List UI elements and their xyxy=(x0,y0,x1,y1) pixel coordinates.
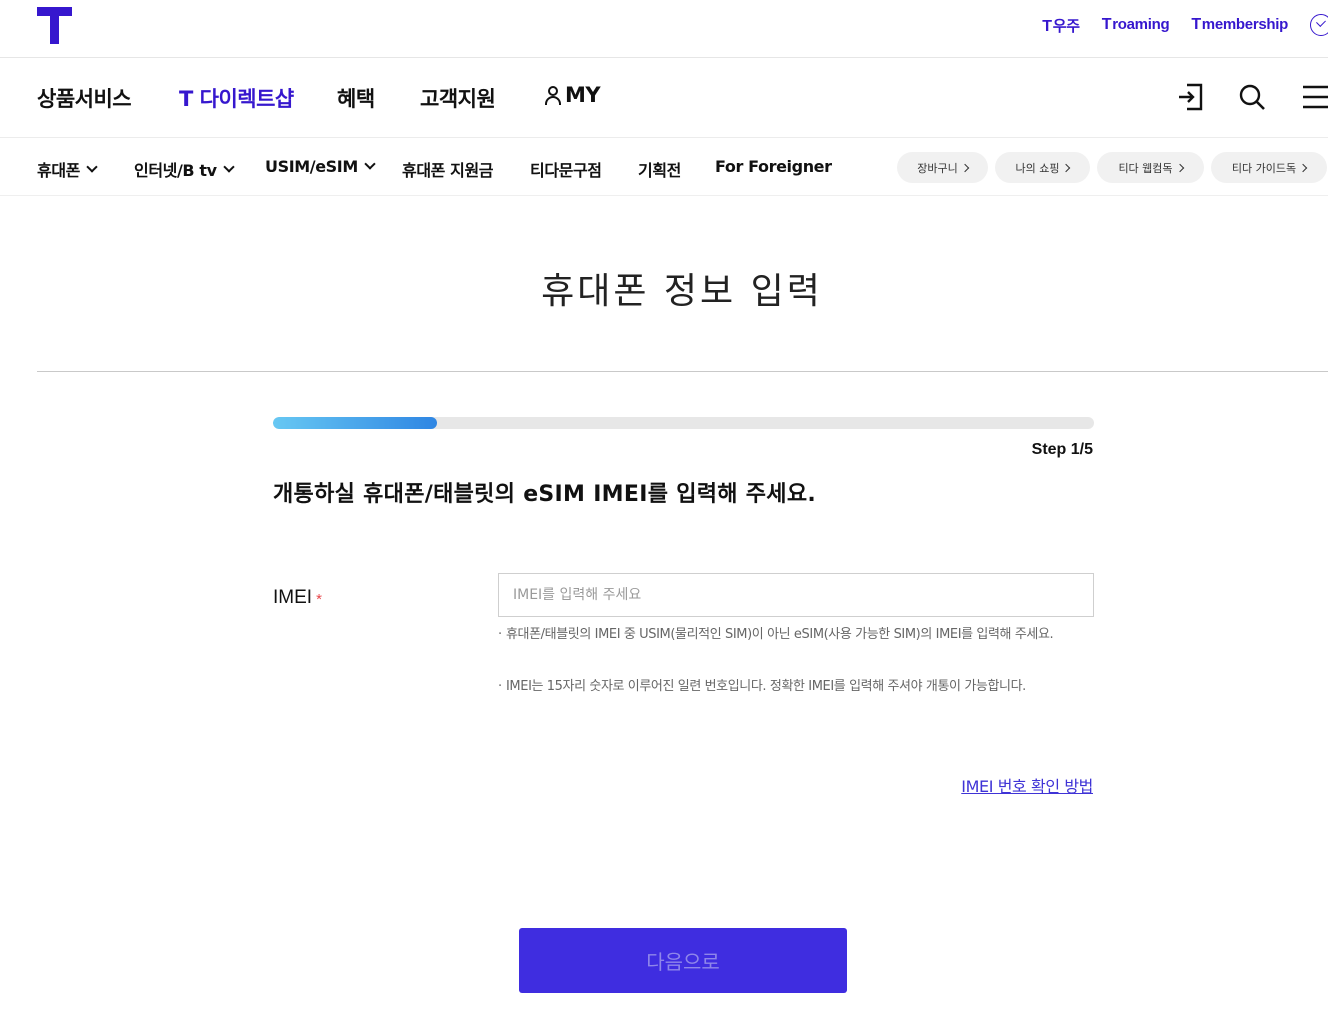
hint-text: IMEI는 15자리 숫자로 이루어진 일련 번호입니다. 정확한 IMEI를 … xyxy=(498,677,1058,697)
gnb-my-label: MY xyxy=(565,83,601,107)
login-icon[interactable] xyxy=(1176,82,1206,112)
chevron-down-icon xyxy=(222,160,235,173)
divider xyxy=(37,371,1328,372)
subnav-item-promotions[interactable]: 기획전 xyxy=(638,157,681,181)
subnav-item-foreigner[interactable]: For Foreigner xyxy=(715,157,832,176)
imei-help-link[interactable]: IMEI 번호 확인 방법 xyxy=(961,773,1093,797)
chevron-right-icon xyxy=(1175,163,1184,172)
t-logo-icon[interactable] xyxy=(37,7,73,44)
question-heading: 개통하실 휴대폰/태블릿의 eSIM IMEI를 입력해 주세요. xyxy=(273,482,817,507)
search-icon[interactable] xyxy=(1237,82,1267,112)
gnb-item-my[interactable]: MY xyxy=(545,83,601,107)
pill-guide[interactable]: 티다 가이드독 xyxy=(1211,152,1327,183)
person-icon xyxy=(545,85,561,105)
check-circle-icon[interactable] xyxy=(1310,14,1328,36)
util-link-membership[interactable]: Tmembership xyxy=(1191,16,1288,34)
gnb-item-direct-shop[interactable]: T 다이렉트샵 xyxy=(179,83,294,113)
imei-label: IMEI * xyxy=(273,587,322,608)
main-navigation: 상품서비스 T 다이렉트샵 혜택 고객지원 MY xyxy=(0,58,1328,138)
chevron-down-icon xyxy=(364,158,376,170)
subnav-item-stationery[interactable]: 티다문구점 xyxy=(530,157,602,181)
menu-icon[interactable] xyxy=(1300,82,1328,112)
chevron-right-icon xyxy=(1298,163,1308,172)
page-title: 휴대폰 정보 입력 xyxy=(541,271,823,312)
utility-links: T우주 Troaming Tmembership xyxy=(1042,14,1328,36)
chevron-down-icon xyxy=(86,160,98,173)
gnb-item-products[interactable]: 상품서비스 xyxy=(37,83,132,113)
chevron-right-icon xyxy=(1062,163,1071,172)
chevron-right-icon xyxy=(960,163,969,172)
sub-navigation: 휴대폰 인터넷/B tv USIM/eSIM 휴대폰 지원금 티다문구점 기획전… xyxy=(0,138,1328,196)
imei-input[interactable] xyxy=(498,573,1094,617)
step-label: Step 1/5 xyxy=(1031,441,1093,458)
util-link-roaming[interactable]: Troaming xyxy=(1102,16,1170,34)
subnav-item-usim-esim[interactable]: USIM/eSIM xyxy=(265,157,376,176)
subnav-item-phone[interactable]: 휴대폰 xyxy=(37,157,98,181)
hint-text: 휴대폰/태블릿의 IMEI 중 USIM(물리적인 SIM)이 아닌 eSIM(… xyxy=(498,625,1098,645)
required-mark: * xyxy=(316,591,322,608)
pill-my-shopping[interactable]: 나의 쇼핑 xyxy=(995,152,1090,183)
subnav-item-internet-tv[interactable]: 인터넷/B tv xyxy=(134,157,235,181)
utility-bar: T우주 Troaming Tmembership xyxy=(0,0,1328,58)
pill-welcome[interactable]: 티다 웹컴독 xyxy=(1097,152,1204,183)
util-link-uju[interactable]: T우주 xyxy=(1042,15,1080,36)
subnav-item-subsidy[interactable]: 휴대폰 지원금 xyxy=(402,157,493,181)
next-button[interactable]: 다음으로 xyxy=(519,928,847,993)
progress-bar xyxy=(273,417,1094,429)
gnb-item-support[interactable]: 고객지원 xyxy=(420,83,496,113)
gnb-item-benefits[interactable]: 혜택 xyxy=(337,83,375,113)
progress-fill xyxy=(273,417,438,429)
pill-cart[interactable]: 장바구니 xyxy=(897,152,988,183)
